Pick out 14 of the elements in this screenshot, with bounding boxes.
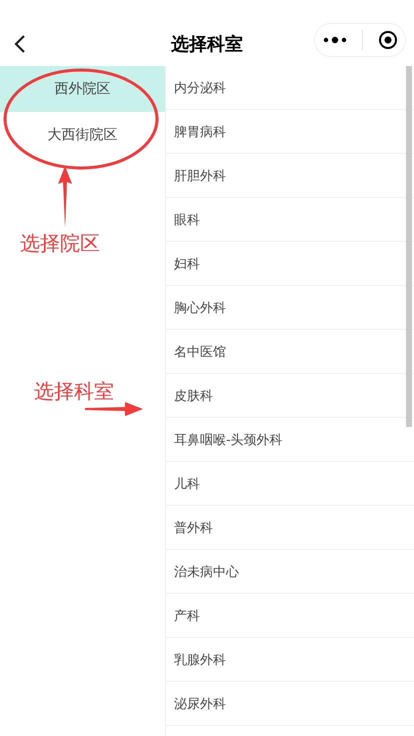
department-item[interactable]: 乳腺外科: [166, 638, 414, 682]
department-item[interactable]: 产科: [166, 594, 414, 638]
more-icon[interactable]: [322, 36, 346, 44]
annotation-label: 选择科室: [34, 378, 114, 405]
department-item[interactable]: 普外科: [166, 506, 414, 550]
department-item[interactable]: 治未病中心: [166, 550, 414, 594]
annotation-arrow: [85, 402, 143, 416]
campus-tab[interactable]: 西外院区: [0, 66, 165, 112]
department-item[interactable]: 泌尿外科: [166, 682, 414, 726]
back-icon[interactable]: [14, 34, 26, 54]
department-item[interactable]: 儿科: [166, 462, 414, 506]
page-title: 选择科室: [171, 33, 243, 56]
close-target-icon[interactable]: [378, 30, 398, 50]
annotation-label: 选择院区: [20, 230, 100, 257]
